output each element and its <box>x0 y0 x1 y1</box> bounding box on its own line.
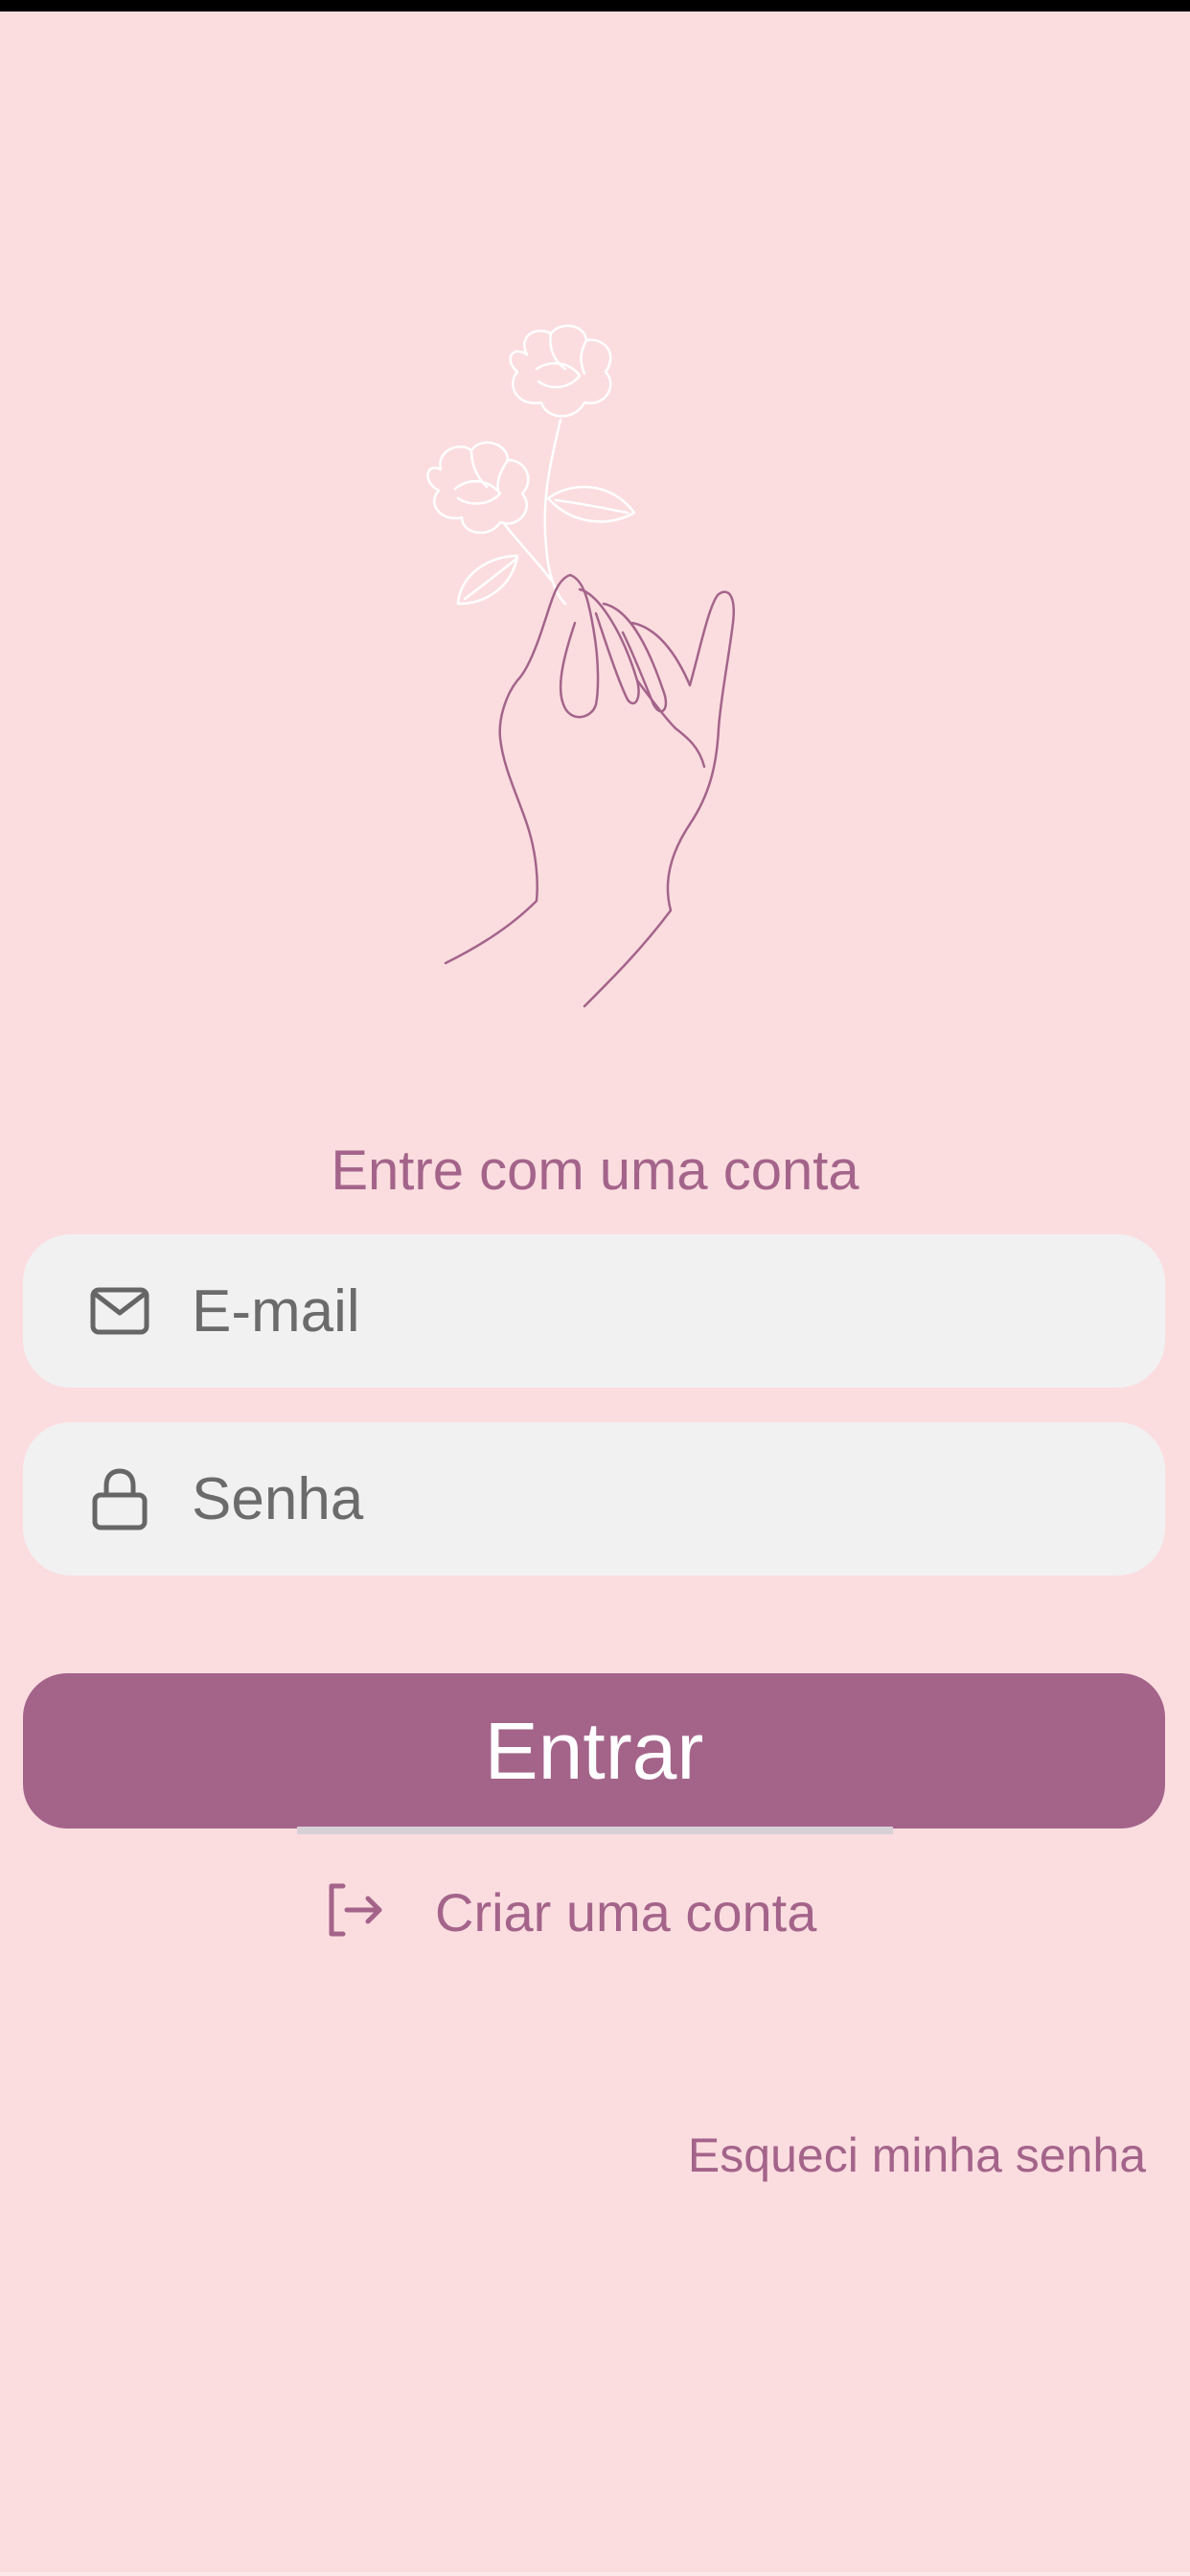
page-title: Entre com uma conta <box>331 1139 859 1202</box>
password-input[interactable] <box>192 1422 1131 1576</box>
flower-drawing <box>426 324 636 606</box>
login-button[interactable]: Entrar <box>23 1673 1165 1828</box>
button-shadow <box>297 1827 893 1834</box>
create-account-label: Criar uma conta <box>435 1881 817 1943</box>
create-account-link[interactable]: Criar uma conta <box>326 1869 816 1955</box>
lock-icon <box>86 1465 153 1532</box>
sign-in-arrow-icon <box>326 1882 385 1943</box>
bottom-strip <box>0 2572 1190 2576</box>
email-field[interactable] <box>23 1234 1165 1388</box>
password-field[interactable] <box>23 1422 1165 1576</box>
forgot-password-link[interactable]: Esqueci minha senha <box>688 2128 1146 2183</box>
hand-drawing <box>444 573 735 1008</box>
email-input[interactable] <box>192 1234 1131 1388</box>
hand-holding-flower-illustration <box>426 324 735 1008</box>
mail-icon <box>86 1277 153 1345</box>
status-bar <box>0 0 1190 12</box>
